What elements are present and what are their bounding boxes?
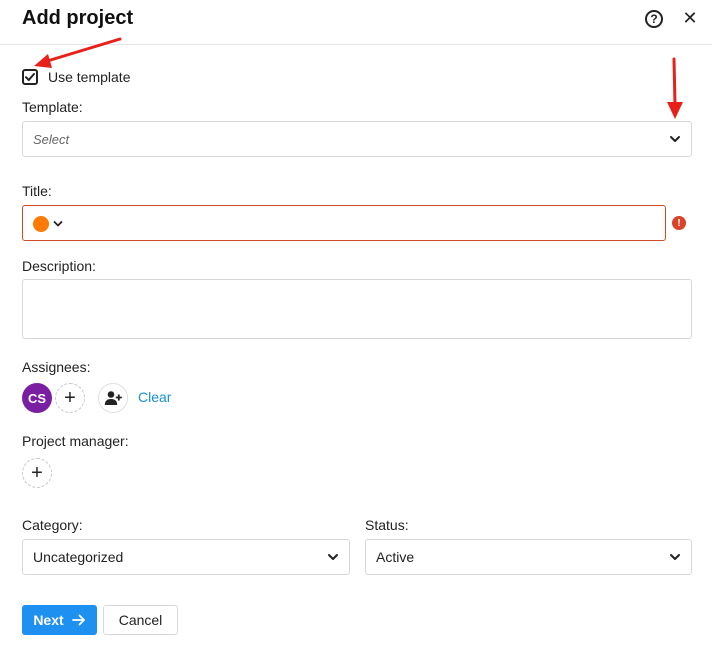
category-label: Category: <box>22 517 83 533</box>
template-label: Template: <box>22 99 83 115</box>
add-user-button[interactable] <box>98 383 128 413</box>
description-input[interactable] <box>22 279 692 339</box>
description-label: Description: <box>22 258 96 274</box>
chevron-down-icon[interactable] <box>53 219 63 229</box>
status-select[interactable]: Active <box>365 539 692 575</box>
clear-assignees-link[interactable]: Clear <box>138 389 171 405</box>
title-input[interactable] <box>22 205 666 241</box>
category-selected-value: Uncategorized <box>33 549 124 565</box>
help-icon[interactable]: ? <box>645 10 663 28</box>
status-selected-value: Active <box>376 549 415 565</box>
cancel-button[interactable]: Cancel <box>103 605 178 635</box>
chevron-down-icon <box>670 554 680 560</box>
arrow-right-icon <box>71 614 85 626</box>
template-select[interactable]: Select <box>22 121 692 157</box>
chevron-down-icon <box>328 554 338 560</box>
add-assignee-button[interactable]: + <box>55 383 85 413</box>
project-manager-label: Project manager: <box>22 433 129 449</box>
error-icon: ! <box>672 216 686 230</box>
annotation-arrow-icon <box>667 57 683 119</box>
close-icon[interactable]: ✕ <box>681 8 699 28</box>
chevron-down-icon <box>670 136 680 142</box>
color-picker-dot[interactable] <box>33 216 49 232</box>
add-project-manager-button[interactable]: + <box>22 458 52 488</box>
title-label: Title: <box>22 183 52 199</box>
next-button-label: Next <box>33 612 64 628</box>
category-select[interactable]: Uncategorized <box>22 539 350 575</box>
template-placeholder: Select <box>33 131 70 147</box>
status-label: Status: <box>365 517 409 533</box>
user-plus-icon <box>104 391 122 405</box>
assignees-label: Assignees: <box>22 359 91 375</box>
avatar[interactable]: CS <box>22 383 52 413</box>
annotation-arrow-icon <box>34 37 122 68</box>
dialog-title: Add project <box>22 7 134 29</box>
next-button[interactable]: Next <box>22 605 97 635</box>
